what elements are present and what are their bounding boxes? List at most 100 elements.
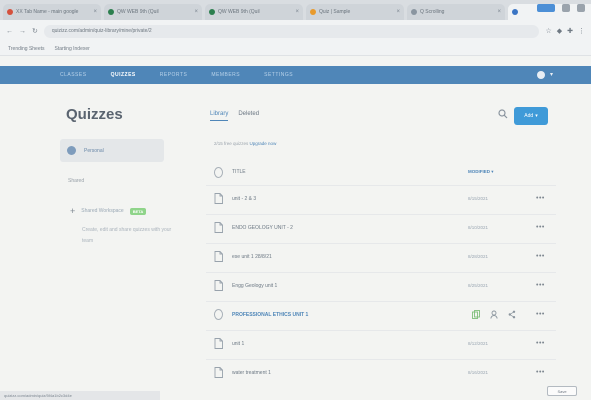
nav-quizzes[interactable]: QUIZZES xyxy=(111,72,136,78)
upgrade-link[interactable]: Upgrade now xyxy=(250,141,277,146)
modified-date: 8/25/2021 xyxy=(468,283,489,288)
nav-reports[interactable]: REPORTS xyxy=(160,72,188,78)
table-row[interactable]: Engg Geology unit 1 8/25/2021 ••• xyxy=(206,272,556,298)
sidebar-item-label: Shared Workspace xyxy=(81,208,124,214)
add-button-label: Add xyxy=(524,113,534,119)
close-tab-icon[interactable]: × xyxy=(194,9,198,15)
add-button[interactable]: Add ▾ xyxy=(514,107,548,125)
beta-badge: BETA xyxy=(129,207,147,215)
more-options-icon[interactable]: ••• xyxy=(536,224,545,231)
browser-tab[interactable]: QW WEB 9th (Quil × xyxy=(104,4,202,20)
status-bar-url: quizizz.com/admin/quiz/5f4a1b2c3d4e xyxy=(0,391,160,400)
column-header-modified[interactable]: MODIFIED ▾ xyxy=(468,169,494,175)
globe-icon xyxy=(67,146,76,155)
bookmark-item[interactable]: Trending Sheets xyxy=(8,46,45,52)
quiz-title[interactable]: ese unit 1 28/8/21 xyxy=(232,254,272,260)
browser-tab[interactable]: XX Tab Name - main google × xyxy=(3,4,101,20)
sidebar-item-personal[interactable]: Personal xyxy=(60,139,164,162)
chevron-down-icon: ▾ xyxy=(535,113,538,119)
more-options-icon[interactable]: ••• xyxy=(536,253,545,260)
more-options-icon[interactable]: ••• xyxy=(536,311,545,318)
browser-tab[interactable]: QW WEB 9th (Quil × xyxy=(205,4,303,20)
tab-deleted[interactable]: Deleted xyxy=(238,111,259,121)
browser-tab[interactable]: Q Scrolling × xyxy=(407,4,505,20)
nav-members[interactable]: MEMBERS xyxy=(211,72,240,78)
document-icon xyxy=(214,280,223,291)
section-label-shared: Shared xyxy=(68,178,85,184)
close-tab-icon[interactable]: × xyxy=(497,9,501,15)
more-options-icon[interactable]: ••• xyxy=(536,282,545,289)
quiz-title[interactable]: unit - 2 & 3 xyxy=(232,196,256,202)
favicon-icon xyxy=(310,9,316,15)
browser-tab-label: QW WEB 9th (Quil xyxy=(117,9,159,15)
browser-tab-label: XX Tab Name - main google xyxy=(16,9,79,15)
quota-count: 2/15 free quizzes xyxy=(214,141,249,146)
user-icon[interactable] xyxy=(490,310,498,319)
favicon-icon xyxy=(209,9,215,15)
copy-icon[interactable] xyxy=(472,310,480,319)
quiz-title[interactable]: PROFESSIONAL ETHICS UNIT 1 xyxy=(232,312,308,318)
profile-icon[interactable] xyxy=(537,4,555,12)
modified-date: 8/10/2021 xyxy=(468,225,489,230)
quiz-title[interactable]: Engg Geology unit 1 xyxy=(232,283,277,289)
share-icon[interactable] xyxy=(508,310,516,319)
table-row[interactable]: unit - 2 & 3 8/15/2021 ••• xyxy=(206,185,556,211)
reload-icon[interactable]: ↻ xyxy=(32,27,38,35)
close-tab-icon[interactable]: × xyxy=(396,9,400,15)
modified-date: 8/16/2021 xyxy=(468,370,489,375)
minimize-icon[interactable] xyxy=(562,4,570,12)
address-bar[interactable]: quizizz.com/admin/quiz-library/mine/priv… xyxy=(43,24,540,38)
table-row[interactable]: unit 1 8/12/2021 ••• xyxy=(206,330,556,356)
corner-button[interactable]: Save xyxy=(547,386,577,396)
column-header-title[interactable]: TITLE xyxy=(232,169,246,175)
close-tab-icon[interactable]: × xyxy=(295,9,299,15)
browser-tab-label: Q Scrolling xyxy=(420,9,445,15)
modified-date: 8/12/2021 xyxy=(468,341,489,346)
quiz-title[interactable]: water treatment 1 xyxy=(232,370,271,376)
close-tab-icon[interactable]: × xyxy=(93,9,97,15)
select-all-checkbox[interactable] xyxy=(214,167,223,178)
quiz-circle-icon xyxy=(214,309,223,320)
modified-date: 8/15/2021 xyxy=(468,196,489,201)
sidebar-item-shared-workspace[interactable]: + Shared Workspace BETA xyxy=(70,206,147,216)
favicon-icon xyxy=(512,9,518,15)
back-icon[interactable]: ← xyxy=(6,28,13,35)
browser-tab[interactable]: Quiz | Sample × xyxy=(306,4,404,20)
chevron-down-icon[interactable]: ▾ xyxy=(550,71,553,78)
table-row[interactable]: ese unit 1 28/8/21 8/28/2021 ••• xyxy=(206,243,556,269)
shared-workspace-description: Create, edit and share quizzes with your… xyxy=(82,227,172,244)
nav-classes[interactable]: CLASSES xyxy=(60,72,87,78)
nav-settings[interactable]: SETTINGS xyxy=(264,72,293,78)
table-row[interactable]: PROFESSIONAL ETHICS UNIT 1 ••• xyxy=(206,301,556,327)
table-row[interactable]: water treatment 1 8/16/2021 ••• xyxy=(206,359,556,385)
extension-icon[interactable]: ◆ xyxy=(557,27,562,35)
avatar[interactable] xyxy=(537,71,545,79)
quiz-title[interactable]: unit 1 xyxy=(232,341,244,347)
more-options-icon[interactable]: ••• xyxy=(536,369,545,376)
search-icon[interactable] xyxy=(498,109,508,119)
plus-icon: + xyxy=(70,206,76,216)
modified-date: 8/28/2021 xyxy=(468,254,489,259)
star-icon[interactable]: ☆ xyxy=(545,27,551,35)
menu-icon[interactable]: ⋮ xyxy=(578,27,585,35)
row-actions xyxy=(472,310,516,319)
puzzle-icon[interactable]: ✚ xyxy=(567,27,573,35)
close-window-icon[interactable] xyxy=(577,4,585,12)
more-options-icon[interactable]: ••• xyxy=(536,195,545,202)
document-icon xyxy=(214,222,223,233)
quiz-title[interactable]: ENDO GEOLOGY UNIT - 2 xyxy=(232,225,293,231)
table-row[interactable]: ENDO GEOLOGY UNIT - 2 8/10/2021 ••• xyxy=(206,214,556,240)
library-tabs: Library Deleted xyxy=(210,111,259,121)
favicon-icon xyxy=(7,9,13,15)
document-icon xyxy=(214,338,223,349)
sidebar-item-label: Personal xyxy=(84,147,104,154)
browser-tabstrip: XX Tab Name - main google × QW WEB 9th (Qu… xyxy=(0,0,591,20)
more-options-icon[interactable]: ••• xyxy=(536,340,545,347)
tab-library[interactable]: Library xyxy=(210,111,229,121)
bookmark-item[interactable]: Starting Indexer xyxy=(55,46,90,52)
browser-tab-label: QW WEB 9th (Quil xyxy=(218,9,260,15)
table-header: TITLE MODIFIED ▾ xyxy=(206,159,556,185)
app-top-nav: CLASSES QUIZZES REPORTS MEMBERS SETTINGS… xyxy=(0,66,591,84)
forward-icon[interactable]: → xyxy=(19,28,26,35)
browser-tab-label: Quiz | Sample xyxy=(319,9,351,15)
